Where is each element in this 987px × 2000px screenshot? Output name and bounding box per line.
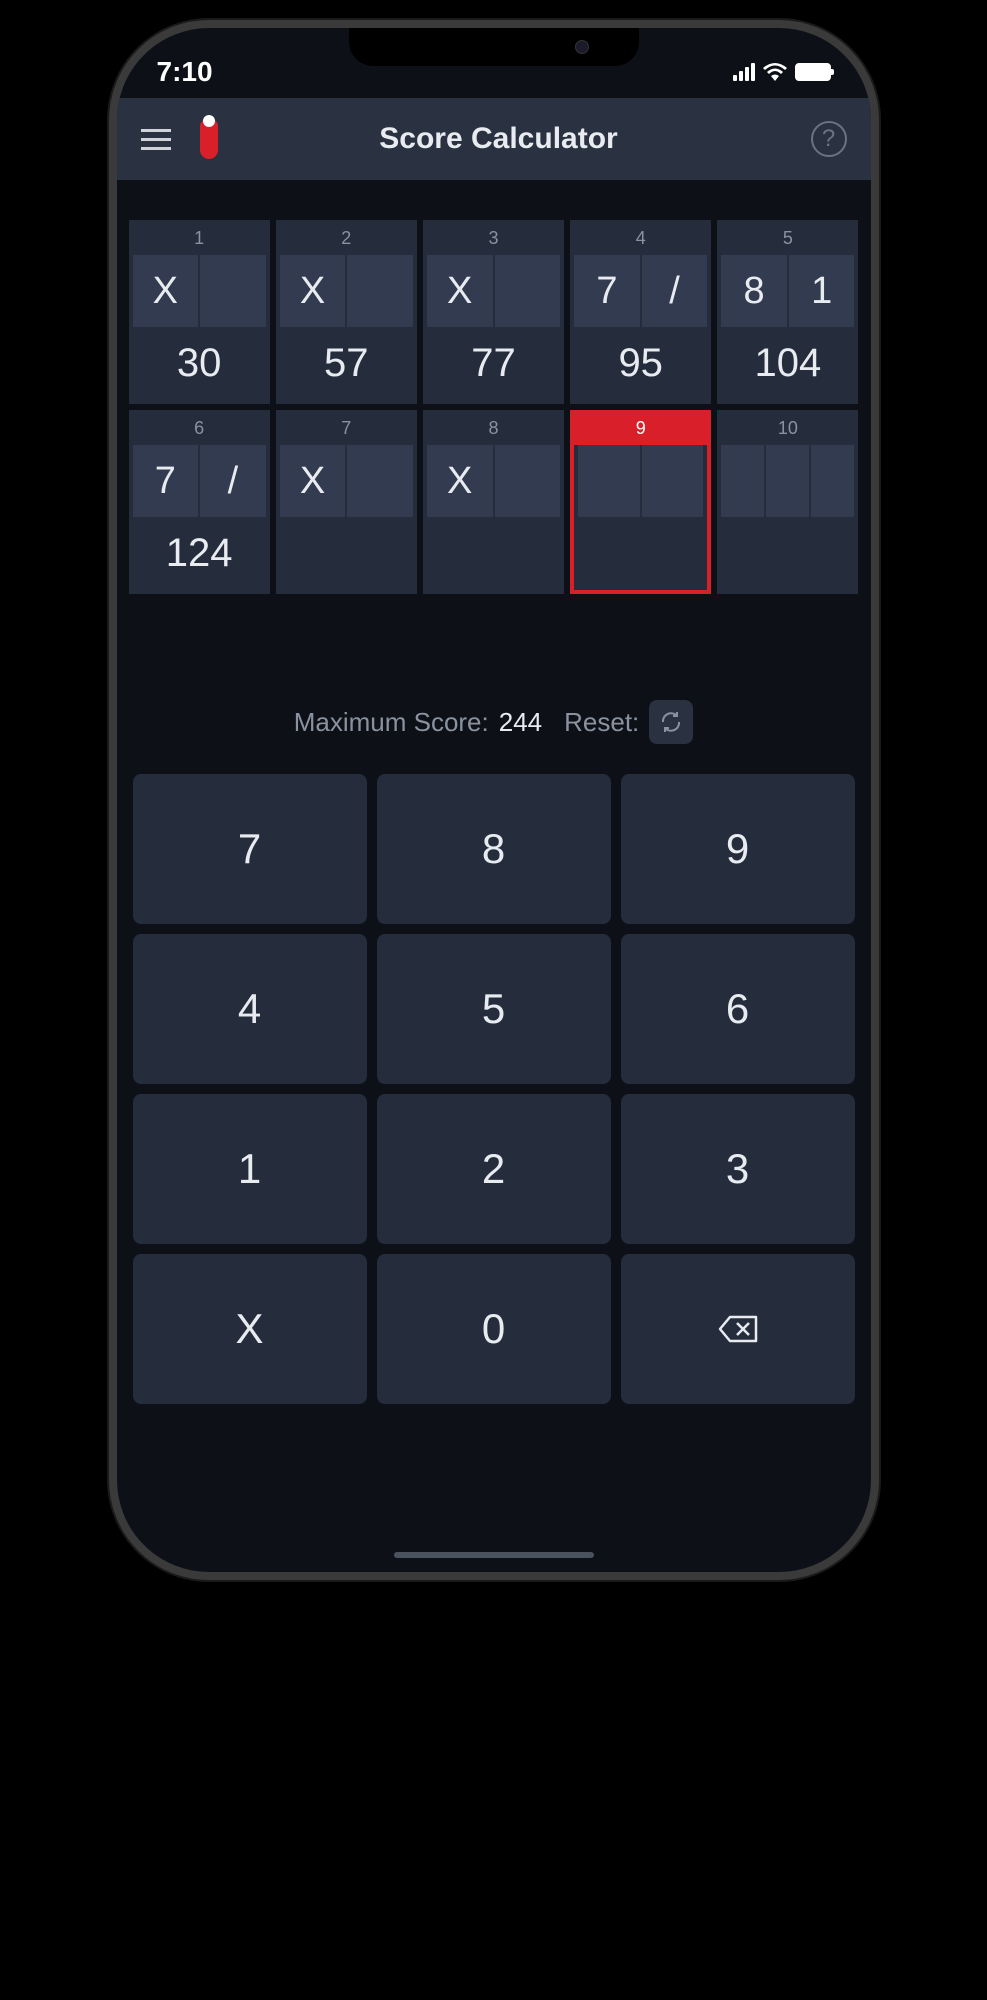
- frame-number: 6: [129, 410, 270, 445]
- frame-balls: X: [423, 445, 564, 517]
- key-6[interactable]: 6: [621, 934, 855, 1084]
- frame-balls: 7/: [570, 255, 711, 327]
- key-7[interactable]: 7: [133, 774, 367, 924]
- ball-1: [578, 445, 640, 517]
- ball-1: X: [133, 255, 199, 327]
- ball-2: 1: [789, 255, 855, 327]
- frame-3[interactable]: 3X77: [423, 220, 564, 404]
- frame-score: 95: [570, 327, 711, 404]
- ball-2: [200, 255, 266, 327]
- frame-score: 30: [129, 327, 270, 404]
- ball-1: X: [427, 255, 493, 327]
- frames-container: 1X302X573X7747/95581104 67/1247X8X910: [117, 180, 871, 594]
- frame-7[interactable]: 7X: [276, 410, 417, 594]
- frame-5[interactable]: 581104: [717, 220, 858, 404]
- frame-score: [574, 517, 707, 589]
- frame-9[interactable]: 9: [570, 410, 711, 594]
- refresh-icon: [659, 710, 683, 734]
- ball-1: X: [280, 445, 346, 517]
- key-1[interactable]: 1: [133, 1094, 367, 1244]
- ball-1: X: [280, 255, 346, 327]
- key-3[interactable]: 3: [621, 1094, 855, 1244]
- frame-number: 5: [717, 220, 858, 255]
- frame-number: 3: [423, 220, 564, 255]
- frame-balls: 7/: [129, 445, 270, 517]
- frame-balls: X: [276, 255, 417, 327]
- frame-score: 57: [276, 327, 417, 404]
- frame-10[interactable]: 10: [717, 410, 858, 594]
- ball-2: /: [200, 445, 266, 517]
- frame-balls: X: [276, 445, 417, 517]
- key-strike[interactable]: X: [133, 1254, 367, 1404]
- keypad: 789 456 123 X0: [117, 774, 871, 1404]
- frame-6[interactable]: 67/124: [129, 410, 270, 594]
- reset-button[interactable]: [649, 700, 693, 744]
- wifi-icon: [763, 63, 787, 81]
- key-backspace[interactable]: [621, 1254, 855, 1404]
- key-0[interactable]: 0: [377, 1254, 611, 1404]
- cellular-icon: [733, 63, 755, 81]
- ball-2: [347, 445, 413, 517]
- frame-number: 1: [129, 220, 270, 255]
- frame-number: 8: [423, 410, 564, 445]
- key-8[interactable]: 8: [377, 774, 611, 924]
- frame-4[interactable]: 47/95: [570, 220, 711, 404]
- frame-balls: [717, 445, 858, 517]
- frame-score: 104: [717, 327, 858, 404]
- page-title: Score Calculator: [207, 122, 791, 156]
- frame-8[interactable]: 8X: [423, 410, 564, 594]
- ball-2: [766, 445, 809, 517]
- frame-score: 77: [423, 327, 564, 404]
- front-camera: [575, 40, 589, 54]
- ball-2: [495, 255, 561, 327]
- frame-score: 124: [129, 517, 270, 594]
- ball-2: [642, 445, 704, 517]
- ball-1: [721, 445, 764, 517]
- key-4[interactable]: 4: [133, 934, 367, 1084]
- ball-2: /: [642, 255, 708, 327]
- key-5[interactable]: 5: [377, 934, 611, 1084]
- frame-score: [717, 517, 858, 589]
- ball-2: [347, 255, 413, 327]
- status-time: 7:10: [157, 56, 213, 88]
- frame-1[interactable]: 1X30: [129, 220, 270, 404]
- info-bar: Maximum Score: 244 Reset:: [117, 600, 871, 774]
- app-header: Score Calculator ?: [117, 98, 871, 180]
- frame-score: [423, 517, 564, 589]
- phone-notch: [349, 28, 639, 66]
- key-9[interactable]: 9: [621, 774, 855, 924]
- home-indicator[interactable]: [394, 1552, 594, 1558]
- frame-balls: X: [423, 255, 564, 327]
- frame-balls: 81: [717, 255, 858, 327]
- app-logo: [191, 115, 227, 163]
- ball-2: [495, 445, 561, 517]
- frame-number: 7: [276, 410, 417, 445]
- status-right: [733, 63, 831, 81]
- ball-1: X: [427, 445, 493, 517]
- key-2[interactable]: 2: [377, 1094, 611, 1244]
- frame-score: [276, 517, 417, 589]
- max-score-value: 244: [499, 707, 542, 738]
- ball-1: 8: [721, 255, 787, 327]
- battery-icon: [795, 63, 831, 81]
- ball-3: [811, 445, 854, 517]
- max-score-label: Maximum Score:: [294, 707, 489, 738]
- frame-number: 10: [717, 410, 858, 445]
- help-icon[interactable]: ?: [811, 121, 847, 157]
- frame-balls: [574, 445, 707, 517]
- frame-number: 2: [276, 220, 417, 255]
- frame-balls: X: [129, 255, 270, 327]
- ball-1: 7: [133, 445, 199, 517]
- ball-1: 7: [574, 255, 640, 327]
- reset-label: Reset:: [564, 707, 639, 738]
- backspace-icon: [718, 1315, 758, 1343]
- frame-number: 4: [570, 220, 711, 255]
- frame-number: 9: [570, 410, 711, 445]
- phone-frame: 7:10 Score Calculator ? 1X302X573X7747/9…: [109, 20, 879, 1580]
- menu-icon[interactable]: [141, 129, 171, 150]
- frame-2[interactable]: 2X57: [276, 220, 417, 404]
